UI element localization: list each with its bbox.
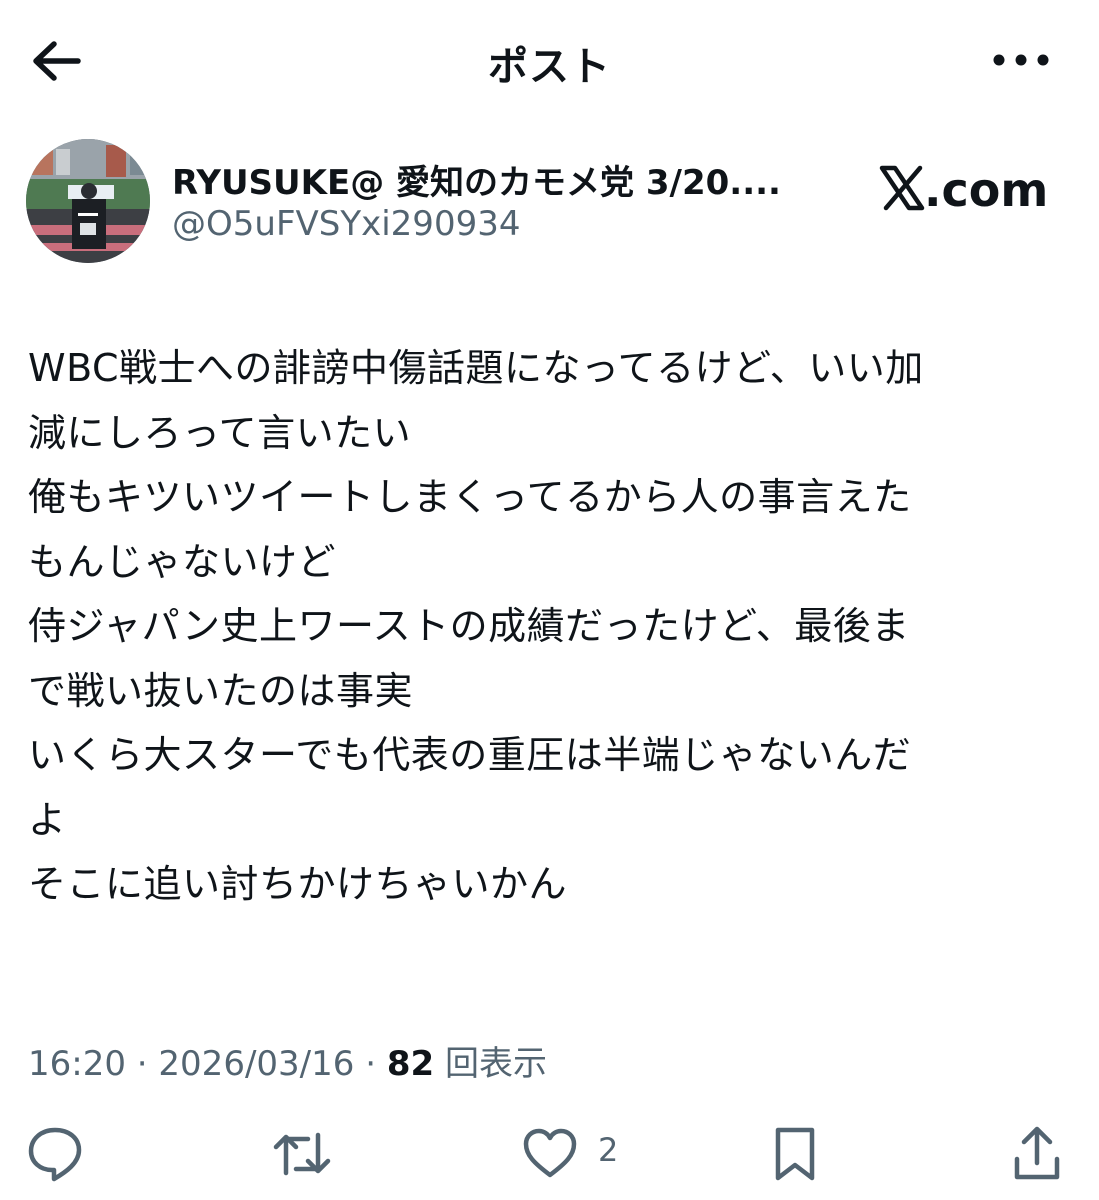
source-label: .com [924,163,1048,217]
post-line: もんじゃないけど [28,539,337,584]
bookmark-icon[interactable] [772,1125,818,1183]
x-logo-icon [879,165,925,211]
views-count[interactable]: 82 [387,1044,434,1084]
post-meta: 16:20 · 2026/03/16 · 82 回表示 [28,1036,547,1085]
repost-icon[interactable] [272,1125,332,1183]
share-icon[interactable] [1012,1125,1062,1183]
x-com-logo: .com [878,158,1058,218]
like-count[interactable]: 2 [598,1131,618,1169]
author-handle[interactable]: @O5uFVSYxi290934 [172,204,520,244]
page-title: ポスト [488,44,611,90]
post-line: いくら大スターでも代表の重圧は半端じゃないんだ [28,733,912,777]
post-line: で戦い抜いたのは事実 [28,668,414,713]
like-icon[interactable] [522,1125,578,1183]
reply-icon[interactable] [26,1125,84,1183]
more-options-icon[interactable] [988,40,1058,80]
meta-separator: · [354,1044,387,1084]
avatar[interactable] [26,139,150,263]
action-bar: 2 [0,1125,1099,1185]
post-line: WBC戦士への誹謗中傷話題になってるけど、いい加 [28,346,924,390]
post-line: 俺もキツいツイートしまくってるから人の事言えた [28,475,912,519]
meta-separator: · [125,1044,159,1084]
post-time[interactable]: 16:20 [28,1044,126,1084]
post-line: よ [28,797,67,842]
post-text: WBC戦士への誹謗中傷話題になってるけど、いい加 減にしろって言いたい 俺もキツ… [28,336,1078,917]
post-line: そこに追い討ちかけちゃいかん [28,862,568,906]
top-bar: ポスト [0,0,1099,120]
post-line: 侍ジャパン史上ワーストの成績だったけど、最後ま [28,604,910,648]
views-label[interactable]: 回表示 [434,1044,547,1084]
post-date[interactable]: 2026/03/16 [158,1044,354,1084]
post-line: 減にしろって言いたい [28,410,412,455]
author-display-name[interactable]: RYUSUKE@ 愛知のカモメ党 3/20.... [172,155,842,204]
